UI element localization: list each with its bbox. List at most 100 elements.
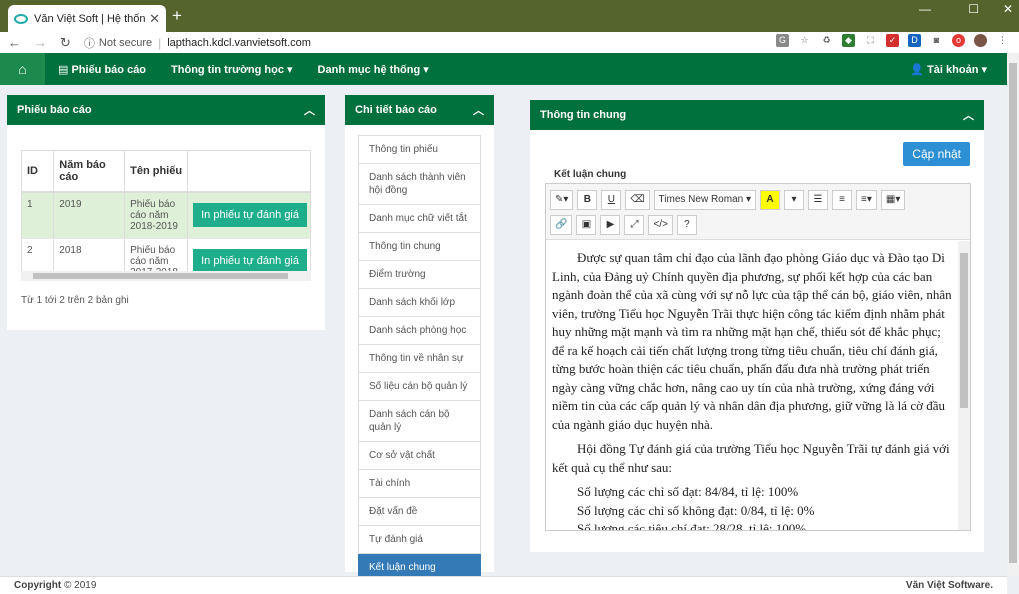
account-label: Tài khoản ▾ [927,63,987,76]
color-dropdown-icon[interactable]: ▾ [784,189,805,210]
panel-title: Phiếu báo cáo [17,104,92,116]
nav-label: Phiếu báo cáo [71,63,147,76]
menu-item[interactable]: Đặt vấn đề [358,498,481,526]
collapse-chevron-icon[interactable]: ︿ [473,102,484,118]
account-menu[interactable]: 👤 Tài khoản ▾ [910,63,987,76]
fullscreen-icon[interactable]: ⤢ [624,214,645,235]
translate-icon[interactable]: G [776,34,789,47]
recycle-icon[interactable]: ♻ [820,34,833,47]
ordered-list-icon[interactable]: ≡ [832,189,853,210]
print-report-button[interactable]: In phiếu tự đánh giá [193,203,307,227]
reload-icon[interactable]: ↻ [60,35,71,51]
underline-icon[interactable]: U [601,189,622,210]
info-icon[interactable]: ⓘ [84,35,95,51]
menu-item[interactable]: Danh sách phòng học [358,317,481,345]
update-button[interactable]: Cập nhật [903,142,970,166]
nav-school-info[interactable]: Thông tin trường học ▾ [171,63,293,76]
col-year[interactable]: Năm báo cáo [53,151,126,193]
menu-item[interactable]: Danh sách thành viên hội đồng [358,164,481,205]
menu-item[interactable]: Số liệu cán bộ quản lý [358,373,481,401]
general-info-panel: Thông tin chung ︿ Cập nhật Kết luận chun… [530,100,984,552]
browser-chrome: Văn Việt Soft | Hệ thống kiểm đị ✕ + — ☐… [0,0,1019,53]
menu-item[interactable]: Điểm trường [358,261,481,289]
menu-item[interactable]: Danh mục chữ viết tắt [358,205,481,233]
site-favicon-icon [14,13,28,24]
magic-style-icon[interactable]: ✎▾ [550,189,574,210]
cell-name: Phiếu báo cáo năm 2018-2019 [124,192,189,239]
nav-report-form[interactable]: ▤ Phiếu báo cáo [58,63,146,76]
tab-strip: Văn Việt Soft | Hệ thống kiểm đị ✕ + — ☐… [0,0,1019,32]
col-name[interactable]: Tên phiếu [124,151,189,193]
menu-item[interactable]: Cơ sở vật chất [358,442,481,470]
nav-system-catalog[interactable]: Danh mục hệ thống ▾ [318,63,429,76]
url-field[interactable]: lapthach.kdcl.vanvietsoft.com [167,37,311,49]
menu-item[interactable]: Danh sách khối lớp [358,289,481,317]
align-icon[interactable]: ≡▾ [856,189,877,210]
address-bar: ← → ↻ ⓘ Not secure | lapthach.kdcl.vanvi… [0,32,1019,53]
extension-green-icon[interactable]: ◆ [842,34,855,47]
paragraph: Được sự quan tâm chỉ đạo của lãnh đạo ph… [552,250,952,432]
paragraph: Hội đồng Tự đánh giá của trường Tiểu học… [552,441,950,475]
info-panel-header: Thông tin chung ︿ [530,100,984,130]
menu-item[interactable]: Thông tin về nhân sự [358,345,481,373]
eraser-icon[interactable]: ⌫ [625,189,650,210]
close-window-icon[interactable]: ✕ [1003,2,1013,16]
panel-title: Chi tiết báo cáo [355,104,437,116]
extension-d-icon[interactable]: D [908,34,921,47]
paragraph: Số lượng các chỉ số không đạt: 0/84, tỉ … [577,502,815,518]
editor-toolbar: ✎▾ B U ⌫ Times New Roman ▾ A ▾ ☰ ≡ ≡▾ ▦▾… [546,184,970,240]
table-icon[interactable]: ▦▾ [880,189,906,210]
top-navbar: ⌂ ▤ Phiếu báo cáo Thông tin trường học ▾… [0,53,1007,85]
new-tab-icon[interactable]: + [172,6,182,26]
menu-item[interactable]: Tự đánh giá [358,526,481,554]
menu-item[interactable]: Thông tin phiếu [358,135,481,164]
pagination-info: Từ 1 tới 2 trên 2 bản ghi [21,295,129,306]
image-icon[interactable]: ▣ [576,214,597,235]
back-icon[interactable]: ← [8,35,21,50]
copyright-year: © 2019 [64,580,97,591]
menu-dots-icon[interactable]: ⋮ [996,34,1009,47]
home-icon[interactable]: ⌂ [0,53,45,85]
menu-item[interactable]: Danh sách cán bộ quản lý [358,401,481,442]
code-view-icon[interactable]: </> [648,214,673,235]
menu-item[interactable]: Thông tin chung [358,233,481,261]
screenshot-icon[interactable]: ⛶ [864,34,877,47]
editor-content[interactable]: Được sự quan tâm chỉ đạo của lãnh đạo ph… [546,241,958,530]
text-color-icon[interactable]: A [760,189,781,210]
minimize-icon[interactable]: — [919,2,931,16]
font-family-select[interactable]: Times New Roman ▾ [653,189,757,210]
extension-red-icon[interactable]: ✓ [886,34,899,47]
avatar[interactable] [974,34,987,47]
opera-icon[interactable]: o [952,34,965,47]
table-row[interactable]: 1 2019 Phiếu báo cáo năm 2018-2019 In ph… [22,192,310,239]
unordered-list-icon[interactable]: ☰ [808,189,829,210]
link-icon[interactable]: 🔗 [550,214,573,235]
footer: Copyright © 2019 Văn Việt Software. [0,576,1007,594]
panel-title: Thông tin chung [540,109,627,121]
conclusion-label: Kết luận chung [554,169,627,180]
camera-icon[interactable]: ◙ [930,34,943,47]
security-status[interactable]: Not secure [99,37,152,49]
browser-tab[interactable]: Văn Việt Soft | Hệ thống kiểm đị ✕ [8,5,166,32]
page-scrollbar[interactable] [1007,53,1019,576]
collapse-chevron-icon[interactable]: ︿ [963,107,974,123]
video-icon[interactable]: ▶ [600,214,621,235]
table-horizontal-scrollbar[interactable] [21,271,311,281]
maximize-icon[interactable]: ☐ [968,2,979,16]
cell-id: 1 [22,192,55,239]
close-tab-icon[interactable]: ✕ [149,11,160,27]
menu-item[interactable]: Tài chính [358,470,481,498]
collapse-chevron-icon[interactable]: ︿ [304,102,315,118]
paragraph: Số lượng các chỉ số đạt: 84/84, tỉ lệ: 1… [577,484,799,499]
cell-year: 2019 [53,192,126,239]
print-report-button[interactable]: In phiếu tự đánh giá [193,249,307,273]
font-name: Times New Roman [658,194,744,205]
col-id[interactable]: ID [22,151,55,193]
forward-icon[interactable]: → [34,35,47,50]
report-detail-panel: Chi tiết báo cáo ︿ Thông tin phiếu Danh … [345,95,494,582]
bold-icon[interactable]: B [577,189,598,210]
help-icon[interactable]: ? [676,214,697,235]
paragraph: Số lượng các tiêu chí đạt: 28/28, tỉ lệ:… [577,521,807,530]
editor-scrollbar[interactable] [958,241,970,530]
bookmark-star-icon[interactable]: ☆ [798,34,811,47]
